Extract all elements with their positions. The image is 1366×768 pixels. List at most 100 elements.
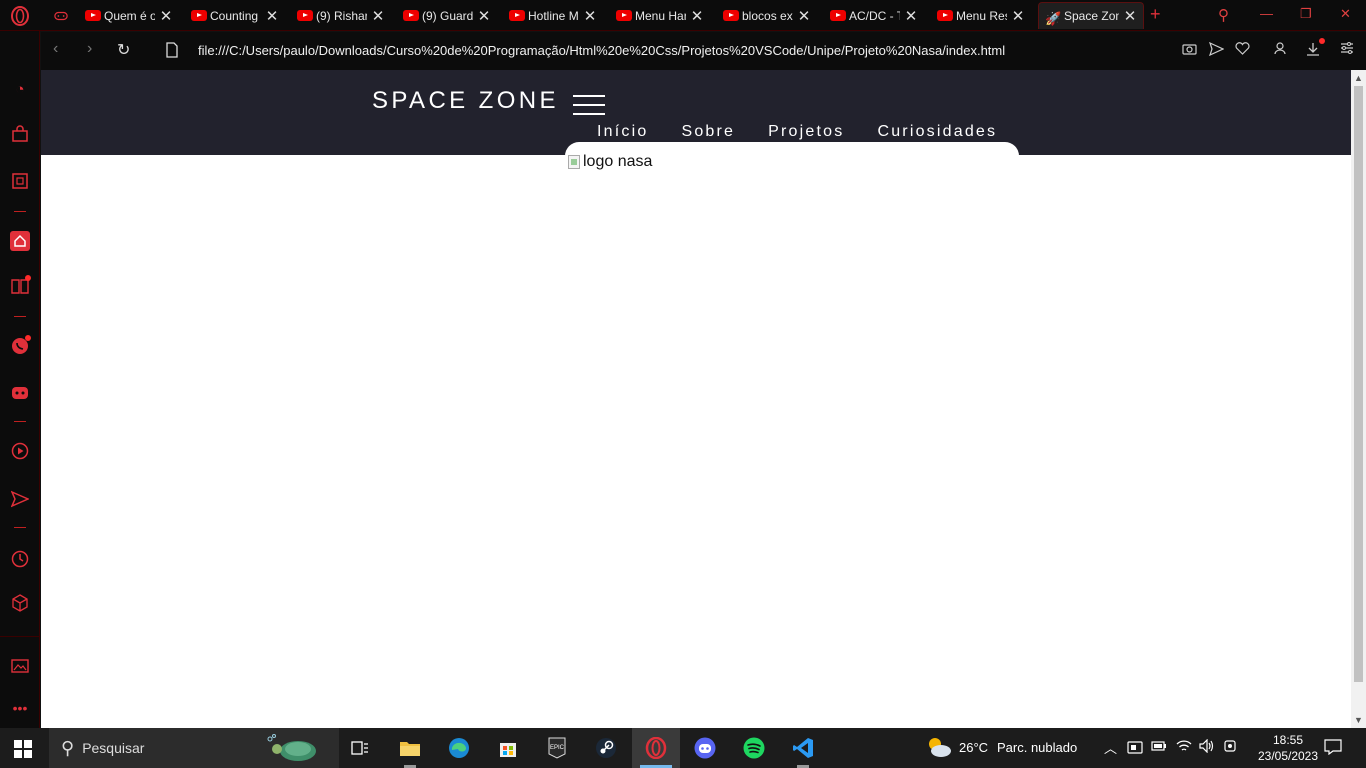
downloads-icon[interactable] <box>1306 42 1320 59</box>
youtube-icon <box>937 10 953 21</box>
nav-link-curiosidades[interactable]: Curiosidades <box>877 123 997 141</box>
scrollbar-thumb[interactable] <box>1354 86 1363 682</box>
close-tab-icon[interactable]: ✕ <box>690 7 704 25</box>
back-icon[interactable]: ‹ <box>53 40 58 58</box>
browser-tab[interactable]: (9) Rishar ✕ <box>291 2 391 29</box>
browser-tab-active[interactable]: 🚀 Space Zon ✕ <box>1038 2 1144 29</box>
tab-title: Hotline M <box>528 8 579 23</box>
volume-icon[interactable] <box>1199 738 1215 756</box>
logo-nasa-image: logo nasa <box>568 153 652 171</box>
page-scrollbar[interactable]: ▲ ▼ <box>1351 70 1366 728</box>
browser-tab[interactable]: AC/DC - T ✕ <box>824 2 924 29</box>
forward-icon[interactable]: › <box>87 40 92 58</box>
browser-tab[interactable]: Hotline M ✕ <box>503 2 603 29</box>
scroll-up-arrow-icon[interactable]: ▲ <box>1354 73 1363 83</box>
discord-taskbar-icon[interactable] <box>681 728 729 768</box>
close-tab-icon[interactable]: ✕ <box>159 7 173 25</box>
tray-app-icon[interactable] <box>1127 739 1143 758</box>
gamepad-tab-icon[interactable] <box>48 2 74 29</box>
weather-icon[interactable] <box>926 736 952 761</box>
easy-setup-icon[interactable] <box>1340 42 1354 57</box>
scroll-down-arrow-icon[interactable]: ▼ <box>1354 715 1363 725</box>
send-icon[interactable] <box>10 489 30 509</box>
browser-tab[interactable]: Menu Res ✕ <box>931 2 1031 29</box>
spotify-icon[interactable] <box>730 728 778 768</box>
crypto-wallet-icon[interactable] <box>10 171 30 191</box>
home-icon[interactable] <box>10 231 30 251</box>
web-page: SPACE ZONE Início Sobre Projetos Curiosi… <box>41 70 1351 728</box>
browser-tab[interactable]: Menu Har ✕ <box>610 2 710 29</box>
youtube-icon <box>297 10 313 21</box>
youtube-icon <box>509 10 525 21</box>
close-tab-icon[interactable]: ✕ <box>371 7 385 25</box>
taskbar-search[interactable]: ⚲ Pesquisar <box>49 728 339 768</box>
browser-tab[interactable]: Quem é o ✕ <box>79 2 179 29</box>
url-field[interactable]: file:///C:/Users/paulo/Downloads/Curso%2… <box>198 43 1005 58</box>
system-clock[interactable]: 18:55 23/05/2023 <box>1252 732 1324 764</box>
windows-start-icon[interactable] <box>14 740 32 758</box>
notifications-icon[interactable] <box>1324 739 1342 760</box>
close-tab-icon[interactable]: ✕ <box>477 7 491 25</box>
tab-title: blocos exp <box>742 8 793 23</box>
browser-tab[interactable]: (9) Guard ✕ <box>397 2 497 29</box>
show-hidden-icons-chevron-icon[interactable]: ︿ <box>1104 738 1117 757</box>
close-tab-icon[interactable]: ✕ <box>265 7 279 25</box>
task-view-icon[interactable] <box>336 728 384 768</box>
site-header: SPACE ZONE Início Sobre Projetos Curiosi… <box>41 70 1351 172</box>
sidebar-separator <box>14 211 26 212</box>
browser-tab[interactable]: Counting ✕ <box>185 2 285 29</box>
vscode-icon[interactable] <box>779 728 827 768</box>
tab-title: AC/DC - T <box>849 8 900 23</box>
rocket-icon: 🚀 <box>1045 10 1062 26</box>
tab-title: Menu Res <box>956 8 1007 23</box>
weather-temperature[interactable]: 26°C <box>959 740 988 755</box>
history-icon[interactable] <box>10 549 30 569</box>
opera-logo-icon[interactable] <box>10 6 30 26</box>
steam-icon[interactable] <box>582 728 630 768</box>
player-icon[interactable] <box>10 441 30 461</box>
tab-title: Counting <box>210 8 259 23</box>
camera-icon[interactable] <box>1182 42 1197 58</box>
profile-icon[interactable] <box>1274 42 1286 58</box>
microsoft-store-icon[interactable] <box>484 728 532 768</box>
close-tab-icon[interactable]: ✕ <box>1123 7 1137 25</box>
restore-icon[interactable]: ❐ <box>1300 6 1312 22</box>
new-tab-plus-icon[interactable]: + <box>1150 4 1161 25</box>
discord-icon[interactable] <box>10 383 30 403</box>
browser-tab[interactable]: blocos exp ✕ <box>717 2 817 29</box>
reload-icon[interactable]: ↻ <box>117 40 130 60</box>
close-tab-icon[interactable]: ✕ <box>1011 7 1025 25</box>
nav-link-inicio[interactable]: Início <box>597 123 648 141</box>
heart-bookmark-icon[interactable] <box>1235 42 1250 58</box>
close-tab-icon[interactable]: ✕ <box>583 7 597 25</box>
battery-icon[interactable] <box>1151 740 1167 755</box>
extensions-icon[interactable] <box>10 593 30 613</box>
speed-dial-icon[interactable]: ◔ <box>10 79 30 99</box>
close-window-icon[interactable]: ✕ <box>1340 6 1351 22</box>
more-options-icon[interactable]: ••• <box>10 698 30 718</box>
edge-icon[interactable] <box>435 728 483 768</box>
youtube-icon <box>403 10 419 21</box>
minimize-icon[interactable]: — <box>1260 6 1273 21</box>
close-tab-icon[interactable]: ✕ <box>797 7 811 25</box>
opera-gx-taskbar-icon[interactable] <box>632 728 680 768</box>
site-brand[interactable]: SPACE ZONE <box>372 87 559 115</box>
tab-title: (9) Rishar <box>316 8 367 23</box>
nav-link-projetos[interactable]: Projetos <box>768 123 844 141</box>
epic-games-icon[interactable]: EPIC <box>533 728 581 768</box>
notification-dot <box>25 335 31 341</box>
snapshot-gallery-icon[interactable] <box>10 656 30 676</box>
weather-description[interactable]: Parc. nublado <box>997 740 1077 755</box>
shopping-bag-icon[interactable] <box>10 124 30 144</box>
notification-dot <box>25 275 31 281</box>
wifi-icon[interactable] <box>1176 739 1192 756</box>
site-nav: Início Sobre Projetos Curiosidades <box>597 123 1030 141</box>
meet-now-icon[interactable] <box>1223 739 1237 756</box>
file-page-icon <box>165 42 179 63</box>
search-tabs-icon[interactable]: ⚲ <box>1218 6 1229 24</box>
nav-link-sobre[interactable]: Sobre <box>681 123 735 141</box>
close-tab-icon[interactable]: ✕ <box>904 7 918 25</box>
hamburger-menu-icon[interactable] <box>573 94 605 116</box>
file-explorer-icon[interactable] <box>386 728 434 768</box>
share-send-icon[interactable] <box>1208 41 1225 59</box>
